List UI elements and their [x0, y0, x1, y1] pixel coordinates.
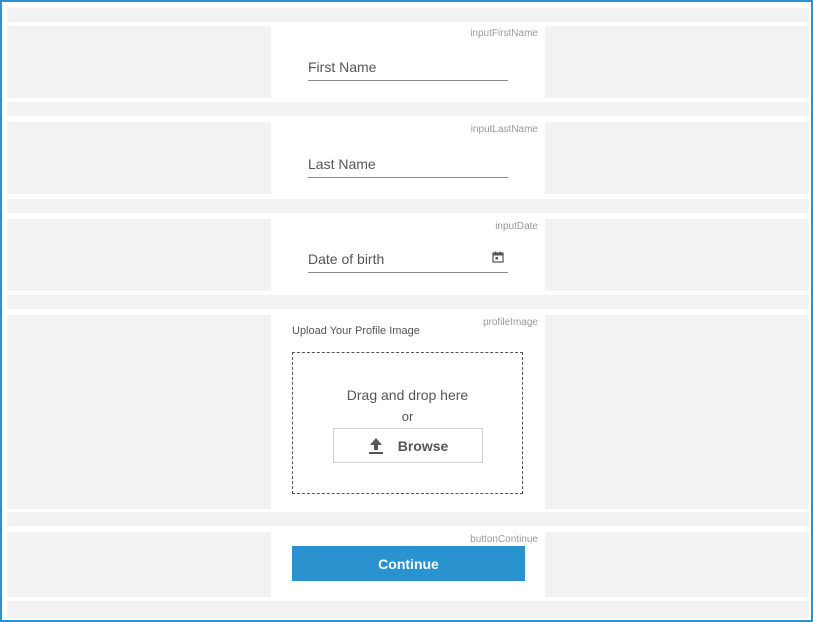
side-panel-left — [7, 219, 271, 291]
component-tag: buttonContinue — [470, 534, 538, 545]
continue-button[interactable]: Continue — [292, 546, 525, 581]
continue-panel: buttonContinue Continue — [272, 532, 544, 597]
last-name-placeholder: Last Name — [308, 156, 376, 172]
side-panel-left — [7, 532, 271, 597]
row-profile-image: profileImage Upload Your Profile Image D… — [7, 315, 809, 509]
row-date: inputDate Date of birth — [7, 219, 809, 291]
row-first-name: inputFirstName First Name — [7, 26, 809, 98]
side-panel-right — [545, 26, 809, 98]
drag-drop-text: Drag and drop here — [346, 387, 469, 403]
side-panel-left — [7, 122, 271, 194]
spacer-strip — [7, 199, 809, 213]
calendar-icon[interactable] — [492, 251, 504, 263]
upload-icon — [368, 438, 383, 454]
component-tag: inputDate — [495, 221, 538, 232]
or-text: or — [401, 409, 414, 424]
date-panel: inputDate Date of birth — [272, 219, 544, 291]
component-tag: inputLastName — [470, 124, 538, 135]
spacer-strip — [7, 295, 809, 309]
browse-button[interactable]: Browse — [333, 428, 483, 463]
first-name-input[interactable]: First Name — [308, 59, 508, 81]
first-name-placeholder: First Name — [308, 59, 377, 75]
side-panel-right — [545, 532, 809, 597]
component-tag: inputFirstName — [470, 28, 538, 39]
component-tag: profileImage — [482, 317, 538, 328]
side-panel-right — [545, 219, 809, 291]
upload-title: Upload Your Profile Image — [292, 325, 420, 337]
side-panel-left — [7, 26, 271, 98]
spacer-strip — [7, 8, 809, 22]
row-continue: buttonContinue Continue — [7, 532, 809, 597]
side-panel-right — [545, 122, 809, 194]
spacer-strip — [7, 102, 809, 116]
side-panel-right — [545, 315, 809, 509]
spacer-strip — [7, 512, 809, 526]
row-last-name: inputLastName Last Name — [7, 122, 809, 194]
profile-image-panel: profileImage Upload Your Profile Image D… — [272, 315, 544, 509]
side-panel-left — [7, 315, 271, 509]
file-dropzone[interactable]: Drag and drop here or Browse — [292, 352, 523, 494]
last-name-input[interactable]: Last Name — [308, 156, 508, 178]
date-of-birth-input[interactable]: Date of birth — [308, 251, 508, 273]
date-placeholder: Date of birth — [308, 251, 385, 267]
last-name-panel: inputLastName Last Name — [272, 122, 544, 194]
app-window: inputFirstName First Name inputLastName … — [0, 0, 813, 622]
browse-label: Browse — [397, 437, 449, 454]
first-name-panel: inputFirstName First Name — [272, 26, 544, 98]
spacer-strip — [7, 601, 809, 618]
